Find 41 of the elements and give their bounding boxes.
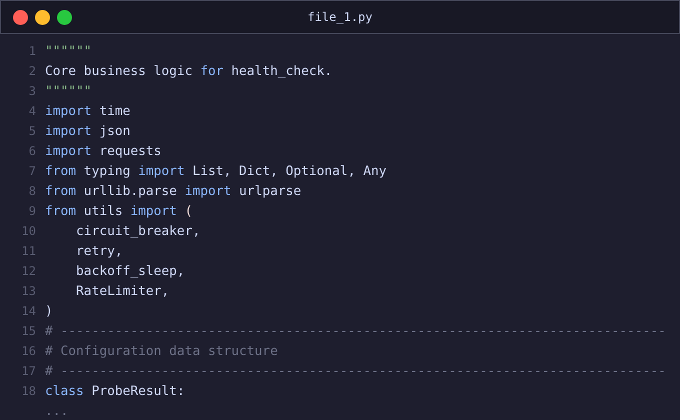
line-number: 16 xyxy=(20,344,37,358)
code-line: # ------------------------------------------------------------------------------ xyxy=(45,324,666,338)
code-line: backoff_sleep, xyxy=(75,264,185,278)
code-line: Core business logic for health_check. xyxy=(45,64,332,78)
window-title: file_1.py xyxy=(307,10,373,24)
line-number: 14 xyxy=(20,304,37,318)
minimize-button[interactable] xyxy=(35,10,50,24)
line-number: 12 xyxy=(20,264,37,278)
line-number: 5 xyxy=(28,124,37,138)
line-number: 2 xyxy=(28,64,37,78)
line-number: 11 xyxy=(20,244,37,258)
code-line: RateLimiter, xyxy=(75,284,170,298)
line-number: 1 xyxy=(28,44,37,58)
code-line: """""" xyxy=(45,84,92,98)
line-number: 18 xyxy=(20,384,37,398)
line-number: 17 xyxy=(20,364,37,378)
code-line: # Configuration data structure xyxy=(45,344,278,358)
code-line: import json xyxy=(45,124,130,138)
code-line: class ProbeResult: xyxy=(45,384,185,398)
code-line: circuit_breaker, xyxy=(75,224,200,238)
line-number: 6 xyxy=(28,144,37,158)
code-line: from urllib.parse import urlparse xyxy=(45,184,302,198)
code-line: from typing import List, Dict, Optional, Any xyxy=(45,164,387,178)
code-line: """""" xyxy=(45,44,92,58)
line-number: 7 xyxy=(28,164,37,178)
code-line: import time xyxy=(45,104,130,118)
close-button[interactable] xyxy=(13,10,28,24)
code-line: ) xyxy=(45,304,53,318)
line-number: 13 xyxy=(20,284,37,298)
line-number: 10 xyxy=(20,224,37,238)
line-number: 9 xyxy=(28,204,37,218)
code-line: retry, xyxy=(75,244,123,258)
code-line: ... xyxy=(45,404,68,418)
code-line: # ------------------------------------------------------------------------------ xyxy=(45,364,666,378)
line-number: 15 xyxy=(20,324,37,338)
maximize-button[interactable] xyxy=(57,10,72,24)
line-number: 8 xyxy=(28,184,37,198)
code-line: from utils import ( xyxy=(45,204,192,218)
line-number: 4 xyxy=(28,104,37,118)
code-line: import requests xyxy=(45,144,162,158)
line-number: 3 xyxy=(28,84,37,98)
